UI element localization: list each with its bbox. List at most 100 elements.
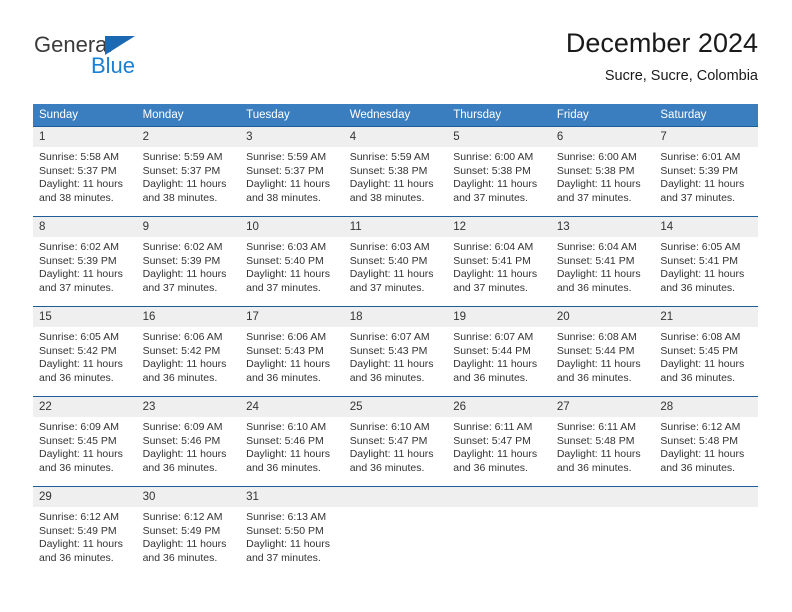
- calendar-day-cell[interactable]: 29 Sunrise: 6:12 AM Sunset: 5:49 PM Dayligh…: [33, 486, 137, 576]
- day-number: 13: [550, 217, 655, 237]
- sunrise-time: Sunrise: 6:07 AM: [349, 331, 430, 343]
- sunset-time: Sunset: 5:40 PM: [349, 254, 428, 267]
- day-number: 3: [240, 127, 344, 147]
- calendar-day-cell[interactable]: 3 Sunrise: 5:59 AM Sunset: 5:37 PM Daylight…: [240, 126, 344, 217]
- sunset-time: Sunset: 5:41 PM: [556, 254, 635, 267]
- day-number: 11: [343, 217, 448, 237]
- daylight-duration-line2: and 36 minutes.: [453, 371, 528, 384]
- calendar-day-cell[interactable]: 6 Sunrise: 6:00 AM Sunset: 5:38 PM Daylight…: [550, 126, 655, 217]
- calendar-day-cell[interactable]: 18 Sunrise: 6:07 AM Sunset: 5:43 PM Dayligh…: [343, 306, 448, 397]
- calendar-day-cell[interactable]: 12 Sunrise: 6:04 AM Sunset: 5:41 PM Dayligh…: [447, 216, 551, 307]
- calendar-day-cell[interactable]: 4 Sunrise: 5:59 AM Sunset: 5:38 PM Daylight…: [343, 126, 448, 217]
- day-details: Sunrise: 6:04 AM Sunset: 5:41 PM Daylight:…: [551, 237, 655, 295]
- calendar-day-cell[interactable]: 8 Sunrise: 6:02 AM Sunset: 5:39 PM Daylight…: [33, 216, 137, 307]
- calendar-day-cell[interactable]: 27 Sunrise: 6:11 AM Sunset: 5:48 PM Dayligh…: [550, 396, 655, 487]
- day-number: 2: [136, 127, 241, 147]
- day-details: Sunrise: 6:02 AM Sunset: 5:39 PM Daylight:…: [137, 237, 241, 295]
- sunset-time: Sunset: 5:39 PM: [660, 164, 739, 177]
- daylight-duration-line2: and 37 minutes.: [246, 281, 321, 294]
- calendar-day-cell[interactable]: 14 Sunrise: 6:05 AM Sunset: 5:41 PM Dayligh…: [654, 216, 758, 307]
- day-number: 21: [654, 307, 758, 327]
- day-details: Sunrise: 6:06 AM Sunset: 5:43 PM Daylight:…: [240, 327, 344, 385]
- daylight-duration-line1: Daylight: 11 hours: [246, 268, 330, 281]
- daylight-duration-line1: Daylight: 11 hours: [453, 268, 538, 281]
- calendar-day-cell[interactable]: 13 Sunrise: 6:04 AM Sunset: 5:41 PM Dayligh…: [550, 216, 655, 307]
- daylight-duration-line1: Daylight: 11 hours: [556, 178, 641, 191]
- daylight-duration-line2: and 38 minutes.: [142, 191, 218, 204]
- day-details: Sunrise: 6:03 AM Sunset: 5:40 PM Daylight:…: [344, 237, 448, 295]
- calendar-day-cell[interactable]: 10 Sunrise: 6:03 AM Sunset: 5:40 PM Dayligh…: [240, 216, 344, 307]
- sunrise-time: Sunrise: 6:12 AM: [39, 511, 119, 523]
- day-details: Sunrise: 6:01 AM Sunset: 5:39 PM Daylight:…: [654, 147, 758, 205]
- calendar-day-cell[interactable]: 28 Sunrise: 6:12 AM Sunset: 5:48 PM Dayligh…: [654, 396, 758, 487]
- day-number: 23: [136, 397, 241, 417]
- sunrise-time: Sunrise: 5:59 AM: [246, 151, 327, 163]
- day-number: 27: [550, 397, 655, 417]
- calendar-day-cell[interactable]: 11 Sunrise: 6:03 AM Sunset: 5:40 PM Dayligh…: [343, 216, 448, 307]
- calendar-day-cell[interactable]: 9 Sunrise: 6:02 AM Sunset: 5:39 PM Daylight…: [136, 216, 241, 307]
- sunset-time: Sunset: 5:39 PM: [142, 254, 221, 267]
- daylight-duration-line2: and 37 minutes.: [453, 281, 528, 294]
- day-details: Sunrise: 6:06 AM Sunset: 5:42 PM Daylight:…: [137, 327, 241, 385]
- calendar-day-cell[interactable]: 5 Sunrise: 6:00 AM Sunset: 5:38 PM Daylight…: [447, 126, 551, 217]
- calendar-day-cell[interactable]: 31 Sunrise: 6:13 AM Sunset: 5:50 PM Dayligh…: [240, 486, 344, 576]
- sunrise-time: Sunrise: 6:07 AM: [453, 331, 534, 343]
- sunset-time: Sunset: 5:37 PM: [39, 164, 117, 177]
- day-details: Sunrise: 6:04 AM Sunset: 5:41 PM Daylight:…: [447, 237, 551, 295]
- calendar-day-cell[interactable]: 19 Sunrise: 6:07 AM Sunset: 5:44 PM Dayligh…: [447, 306, 551, 397]
- daylight-duration-line2: and 36 minutes.: [453, 461, 528, 474]
- daylight-duration-line1: Daylight: 11 hours: [142, 538, 227, 551]
- day-details: Sunrise: 6:10 AM Sunset: 5:46 PM Daylight:…: [240, 417, 344, 475]
- day-details: Sunrise: 6:08 AM Sunset: 5:44 PM Daylight:…: [551, 327, 655, 385]
- general-blue-logo[interactable]: General Blue: [34, 32, 234, 88]
- calendar-week-row: 8 Sunrise: 6:02 AM Sunset: 5:39 PM Daylight…: [33, 216, 758, 307]
- calendar-day-cell[interactable]: 21 Sunrise: 6:08 AM Sunset: 5:45 PM Dayligh…: [654, 306, 758, 397]
- sunrise-time: Sunrise: 5:58 AM: [39, 151, 119, 163]
- day-details: Sunrise: 6:08 AM Sunset: 5:45 PM Daylight:…: [654, 327, 758, 385]
- daylight-duration-line2: and 36 minutes.: [660, 371, 736, 384]
- sunset-time: Sunset: 5:37 PM: [142, 164, 221, 177]
- sunrise-time: Sunrise: 6:12 AM: [660, 421, 741, 433]
- day-details: Sunrise: 6:09 AM Sunset: 5:46 PM Daylight:…: [137, 417, 241, 475]
- calendar-day-cell[interactable]: 15 Sunrise: 6:05 AM Sunset: 5:42 PM Dayligh…: [33, 306, 137, 397]
- calendar-day-cell[interactable]: 22 Sunrise: 6:09 AM Sunset: 5:45 PM Dayligh…: [33, 396, 137, 487]
- day-details: Sunrise: 6:12 AM Sunset: 5:49 PM Daylight:…: [33, 507, 137, 565]
- day-details: Sunrise: 6:00 AM Sunset: 5:38 PM Daylight:…: [447, 147, 551, 205]
- daylight-duration-line1: Daylight: 11 hours: [39, 268, 123, 281]
- weekday-header-saturday: Saturday: [654, 104, 758, 127]
- daylight-duration-line1: Daylight: 11 hours: [142, 358, 227, 371]
- day-details: Sunrise: 6:12 AM Sunset: 5:49 PM Daylight:…: [137, 507, 241, 565]
- page-subtitle: Sucre, Sucre, Colombia: [604, 68, 758, 84]
- daylight-duration-line2: and 37 minutes.: [246, 551, 321, 564]
- calendar-day-cell[interactable]: 25 Sunrise: 6:10 AM Sunset: 5:47 PM Dayligh…: [343, 396, 448, 487]
- calendar-day-cell[interactable]: 24 Sunrise: 6:10 AM Sunset: 5:46 PM Dayligh…: [240, 396, 344, 487]
- calendar-body: 1 Sunrise: 5:58 AM Sunset: 5:37 PM Daylight…: [33, 126, 758, 576]
- weekday-header-row: Sunday Monday Tuesday Wednesday Thursday…: [33, 104, 758, 127]
- daylight-duration-line1: Daylight: 11 hours: [453, 178, 538, 191]
- sunrise-time: Sunrise: 6:08 AM: [556, 331, 637, 343]
- sunset-time: Sunset: 5:38 PM: [349, 164, 428, 177]
- calendar-day-cell[interactable]: 1 Sunrise: 5:58 AM Sunset: 5:37 PM Daylight…: [33, 126, 137, 217]
- daylight-duration-line1: Daylight: 11 hours: [556, 268, 641, 281]
- calendar-day-cell[interactable]: 16 Sunrise: 6:06 AM Sunset: 5:42 PM Dayligh…: [136, 306, 241, 397]
- weekday-header-tuesday: Tuesday: [240, 104, 344, 127]
- calendar-day-cell[interactable]: 20 Sunrise: 6:08 AM Sunset: 5:44 PM Dayligh…: [550, 306, 655, 397]
- sunrise-time: Sunrise: 6:03 AM: [246, 241, 327, 253]
- daylight-duration-line1: Daylight: 11 hours: [556, 448, 641, 461]
- sunset-time: Sunset: 5:42 PM: [142, 344, 221, 357]
- day-number: 30: [136, 487, 241, 507]
- daylight-duration-line2: and 36 minutes.: [246, 461, 321, 474]
- sunrise-time: Sunrise: 6:11 AM: [556, 421, 636, 433]
- calendar-day-cell[interactable]: 23 Sunrise: 6:09 AM Sunset: 5:46 PM Dayligh…: [136, 396, 241, 487]
- calendar-week-row: 15 Sunrise: 6:05 AM Sunset: 5:42 PM Dayligh…: [33, 306, 758, 397]
- daylight-duration-line2: and 36 minutes.: [246, 371, 321, 384]
- calendar-day-cell[interactable]: 26 Sunrise: 6:11 AM Sunset: 5:47 PM Dayligh…: [447, 396, 551, 487]
- calendar-day-cell[interactable]: 7 Sunrise: 6:01 AM Sunset: 5:39 PM Daylight…: [654, 126, 758, 217]
- day-number: 12: [447, 217, 551, 237]
- calendar-empty-cell: [654, 486, 758, 576]
- day-number: 15: [33, 307, 137, 327]
- daylight-duration-line1: Daylight: 11 hours: [142, 268, 227, 281]
- calendar-day-cell[interactable]: 30 Sunrise: 6:12 AM Sunset: 5:49 PM Dayligh…: [136, 486, 241, 576]
- calendar-day-cell[interactable]: 17 Sunrise: 6:06 AM Sunset: 5:43 PM Dayligh…: [240, 306, 344, 397]
- calendar-day-cell[interactable]: 2 Sunrise: 5:59 AM Sunset: 5:37 PM Daylight…: [136, 126, 241, 217]
